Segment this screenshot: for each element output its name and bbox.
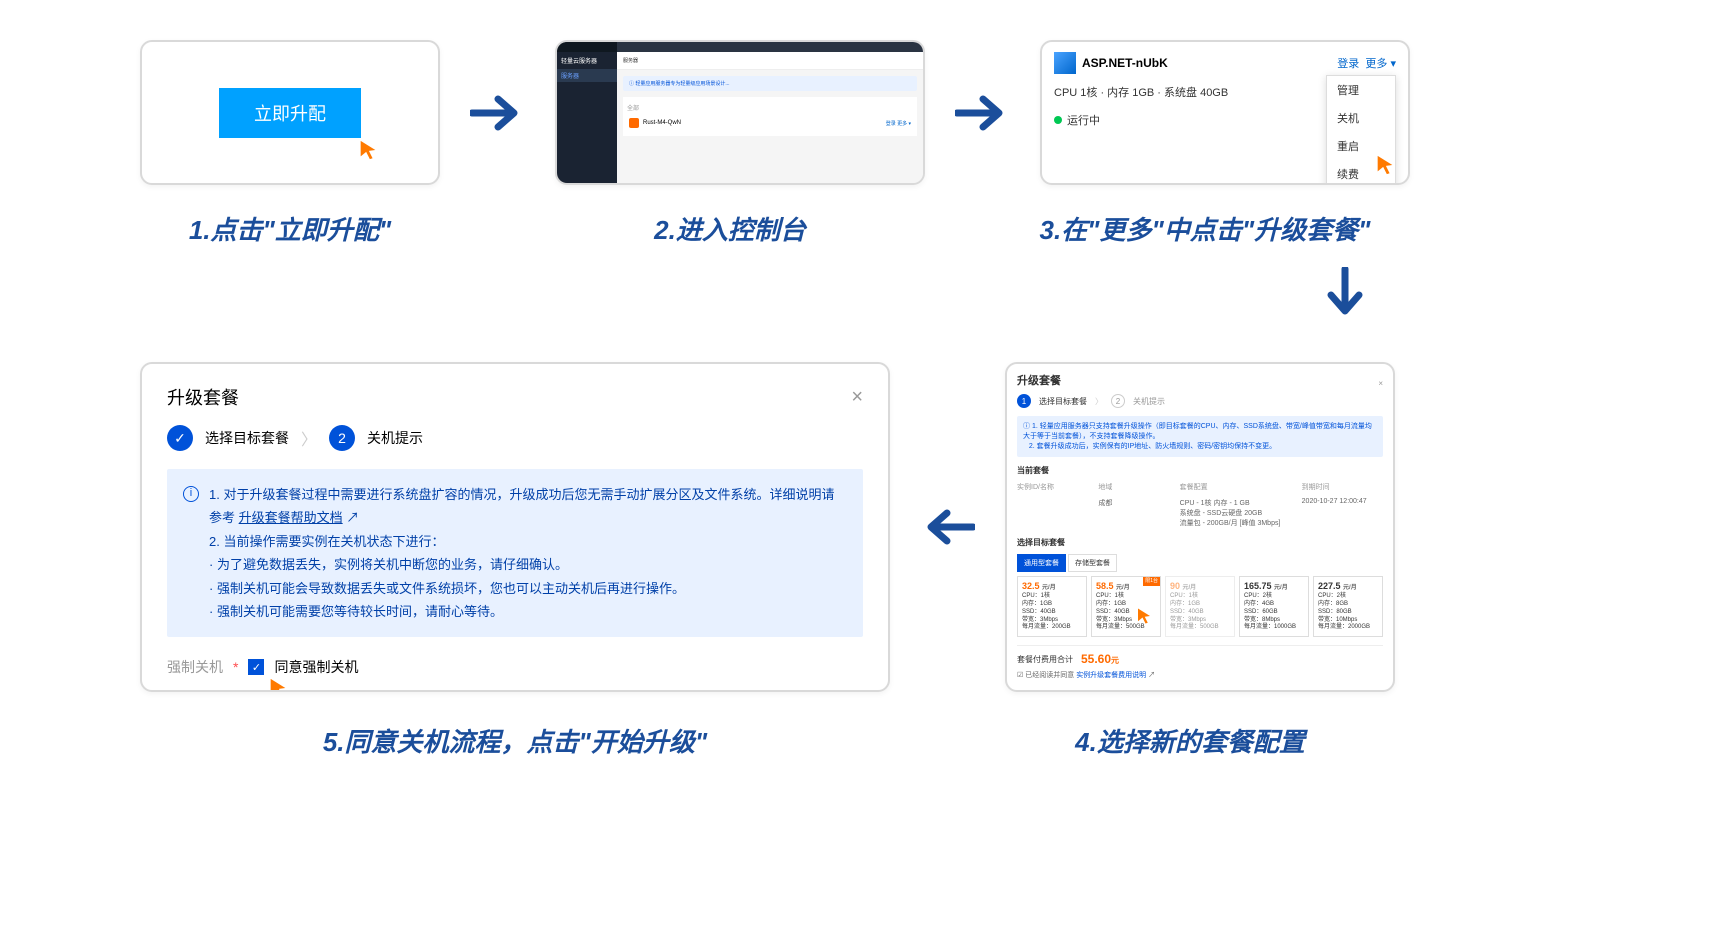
step2-caption: 2.进入控制台: [545, 210, 915, 247]
console-sidebar: 轻量云服务器 服务器: [557, 42, 617, 183]
arrow-right-icon: [470, 93, 525, 133]
close-icon[interactable]: ×: [851, 386, 863, 409]
step2-label: 关机提示: [367, 428, 423, 448]
plan-option: 90 元/月CPU：1核内存：1GBSSD：40GB带宽：3Mbps每月流量：5…: [1165, 576, 1235, 637]
console-tab[interactable]: 服务器: [623, 57, 638, 64]
step1-card: 立即升配: [140, 40, 440, 185]
cursor-icon: [1374, 152, 1396, 178]
plan-option[interactable]: 227.5 元/月CPU：2核内存：8GBSSD：80GB带宽：10Mbps每月…: [1313, 576, 1383, 637]
step3-caption: 3.在"更多"中点击"升级套餐": [1020, 210, 1390, 247]
cursor-icon: [357, 137, 379, 163]
windows-icon: [1054, 52, 1076, 74]
agree-row: ☑ 已经阅读并同意 实例升级套餐费用说明 ↗: [1017, 670, 1383, 680]
agree-checkbox[interactable]: ✓: [248, 659, 264, 675]
chevron-icon: 〉: [301, 426, 317, 450]
arrow-left-icon: [920, 507, 975, 547]
current-plan-table: 实例ID/名称地域套餐配置到期时间 成都 CPU - 1核 内存 - 1 GB系…: [1017, 479, 1383, 531]
status-dot-icon: [1054, 116, 1062, 124]
arrow-down-icon: [1160, 247, 1530, 342]
agree-label: 同意强制关机: [274, 657, 358, 677]
cursor-icon: [267, 675, 289, 692]
step2-card: 轻量云服务器 服务器 服务器 ⓘ 轻量应用服务器专为轻量级应用场景设计... 全…: [555, 40, 925, 185]
tab-general[interactable]: 通用型套餐: [1017, 554, 1066, 572]
arrow-right-icon: [955, 93, 1010, 133]
step1-label: 选择目标套餐: [205, 428, 289, 448]
dialog-title: 升级套餐: [1017, 372, 1061, 388]
help-doc-link[interactable]: 升级套餐帮助文档: [239, 510, 343, 525]
plan-list: 32.5 元/月CPU：1核内存：1GBSSD：40GB带宽：3Mbps每月流量…: [1017, 576, 1383, 637]
step4-caption: 4.选择新的套餐配置: [995, 722, 1385, 759]
tab-storage[interactable]: 存储型套餐: [1068, 554, 1117, 572]
step1-caption: 1.点击"立即升配": [140, 210, 440, 247]
instance-name: ASP.NET-nUbK: [1054, 52, 1168, 74]
more-dropdown[interactable]: 更多 ▾: [1365, 58, 1396, 70]
close-icon[interactable]: ×: [1378, 379, 1383, 388]
warning-notice: i 1. 对于升级套餐过程中需要进行系统盘扩容的情况，升级成功后您无需手动扩展分…: [167, 469, 863, 637]
step5-caption: 5.同意关机流程，点击"开始升级": [140, 722, 890, 759]
step1-label: 选择目标套餐: [1039, 396, 1087, 407]
total-price: 55.60: [1081, 652, 1111, 666]
server-icon: [629, 118, 639, 128]
step4-card: 升级套餐 × 1 选择目标套餐 〉 2 关机提示 ⓘ 1. 轻量应用服务器只支持…: [1005, 362, 1395, 692]
upgrade-now-button[interactable]: 立即升配: [219, 88, 361, 138]
dialog-title: 升级套餐: [167, 384, 239, 410]
total-label: 套餐付费用合计: [1017, 654, 1073, 665]
current-plan-title: 当前套餐: [1017, 465, 1383, 476]
menu-shutdown[interactable]: 关机: [1327, 104, 1395, 132]
fee-desc-link[interactable]: 实例升级套餐费用说明: [1076, 672, 1146, 679]
plan-option[interactable]: 32.5 元/月CPU：1核内存：1GBSSD：40GB带宽：3Mbps每月流量…: [1017, 576, 1087, 637]
step2-label: 关机提示: [1133, 396, 1165, 407]
step-done-icon: ✓: [167, 425, 193, 451]
target-plan-title: 选择目标套餐: [1017, 537, 1383, 548]
menu-manage[interactable]: 管理: [1327, 76, 1395, 104]
step2-number: 2: [1111, 394, 1125, 408]
step5-card: 升级套餐 × ✓ 选择目标套餐 〉 2 关机提示 i 1. 对于升级套餐过程中需要…: [140, 362, 890, 692]
plan-option[interactable]: 165.75 元/月CPU：2核内存：4GBSSD：60GB带宽：8Mbps每月…: [1239, 576, 1309, 637]
step2-number: 2: [329, 425, 355, 451]
step1-number: 1: [1017, 394, 1031, 408]
console-notice: ⓘ 轻量应用服务器专为轻量级应用场景设计...: [623, 76, 917, 91]
force-shutdown-label: 强制关机: [167, 657, 223, 677]
info-icon: i: [183, 486, 199, 502]
login-link[interactable]: 登录: [1337, 58, 1359, 70]
step3-card: ASP.NET-nUbK 登录 更多 ▾ 管理 关机 重启 续费 升级套餐 CP: [1040, 40, 1410, 185]
info-notice: ⓘ 1. 轻量应用服务器只支持套餐升级操作（即目标套餐的CPU、内存、SSD系统…: [1017, 416, 1383, 457]
server-row[interactable]: Rust-M4-QwN 登录 更多 ▾: [627, 114, 913, 132]
console-main: 服务器 ⓘ 轻量应用服务器专为轻量级应用场景设计... 全部 Rust-M4-Q…: [617, 42, 923, 183]
cursor-icon: [1135, 606, 1153, 626]
